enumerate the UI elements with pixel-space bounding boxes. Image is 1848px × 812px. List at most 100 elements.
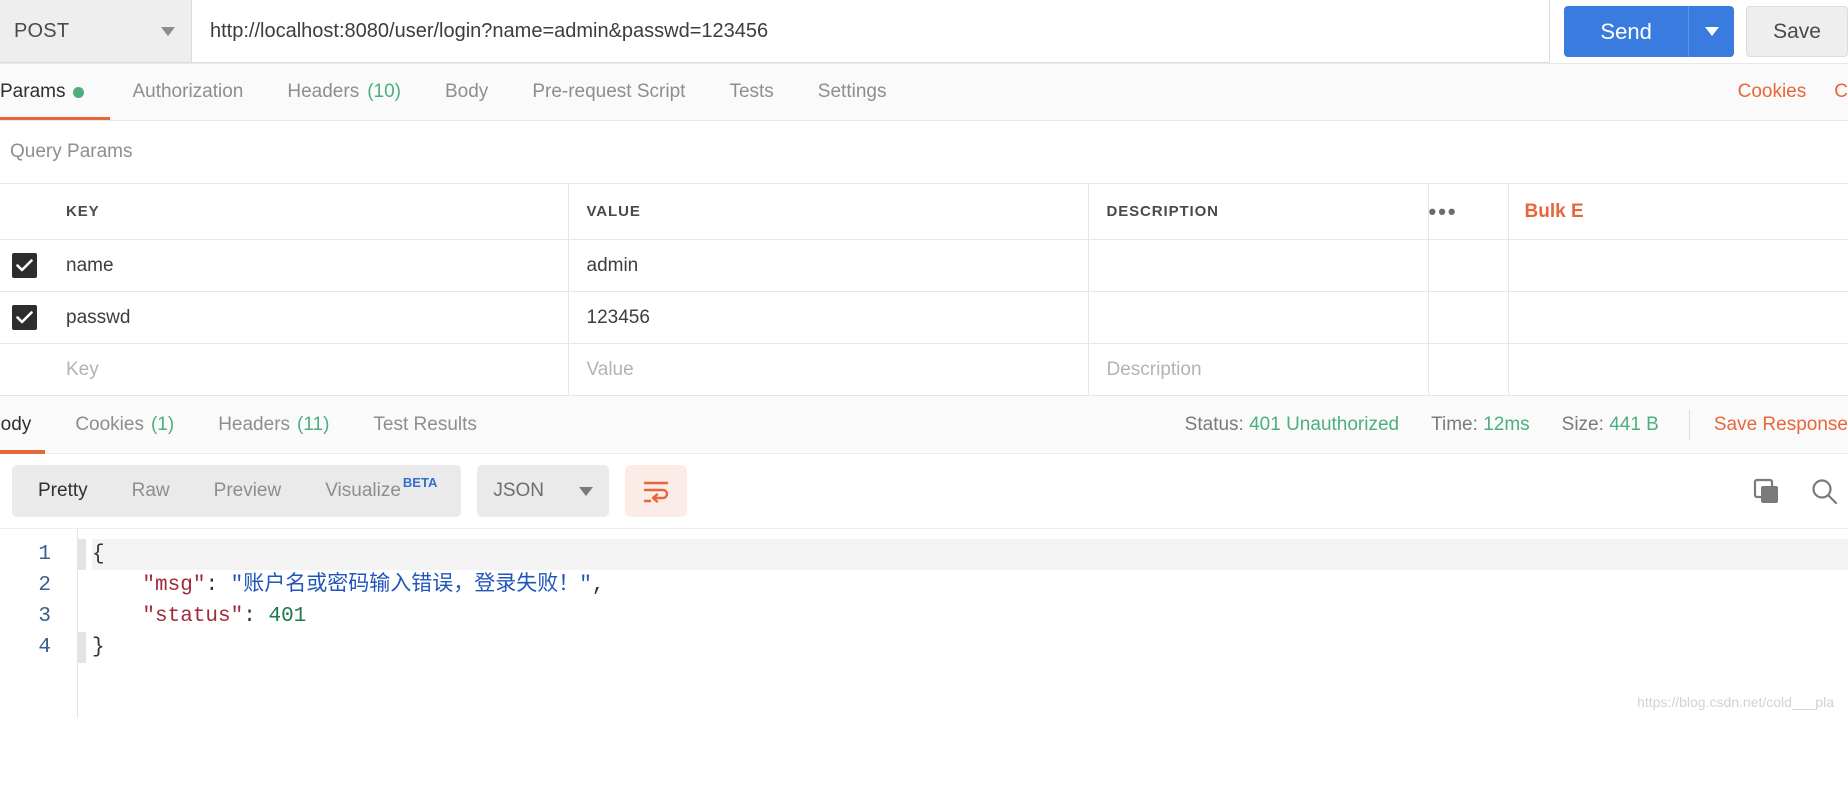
http-method-select[interactable]: POST <box>0 0 192 63</box>
size-value: 441 B <box>1609 413 1659 435</box>
tab-headers-count: (10) <box>367 81 401 102</box>
row-value[interactable]: admin <box>568 239 1089 292</box>
code-token-key: "msg" <box>142 574 206 597</box>
response-language-select[interactable]: JSON <box>477 465 610 517</box>
tab-authorization-label: Authorization <box>132 81 244 102</box>
tab-tests[interactable]: Tests <box>707 64 795 120</box>
tab-pre-request-script-label: Pre-request Script <box>532 81 686 102</box>
format-raw-button[interactable]: Raw <box>110 465 192 517</box>
code-token-punct: : <box>205 574 231 597</box>
response-language-label: JSON <box>493 480 545 501</box>
size-label-text: Size: <box>1561 413 1604 435</box>
response-tab-headers-count: (11) <box>297 413 330 435</box>
response-tabs: Body Cookies (1) Headers (11) Test Resul… <box>0 396 499 454</box>
row-spacer-a <box>1428 239 1509 292</box>
code-line: { <box>92 539 1848 570</box>
line-number: 2 <box>38 574 51 597</box>
response-meta-bar: Body Cookies (1) Headers (11) Test Resul… <box>0 396 1848 454</box>
tab-authorization[interactable]: Authorization <box>110 64 265 120</box>
tab-params-label: Params <box>0 81 66 102</box>
row-description[interactable] <box>1088 291 1429 344</box>
tab-body-label: Body <box>445 81 489 102</box>
chevron-down-icon <box>1704 27 1719 36</box>
response-tab-body-label: Body <box>0 413 32 435</box>
time-label-text: Time: <box>1431 413 1478 435</box>
tab-pre-request-script[interactable]: Pre-request Script <box>510 64 707 120</box>
code-token-punct: , <box>591 574 605 597</box>
code-token-brace: } <box>92 636 105 659</box>
code-token-punct: : <box>243 605 269 628</box>
row-description[interactable] <box>1088 239 1429 292</box>
wrap-lines-button[interactable] <box>625 465 688 517</box>
format-visualize-button[interactable]: Visualize BETA <box>303 465 457 517</box>
format-pretty-button[interactable]: Pretty <box>16 465 110 517</box>
new-key-input[interactable]: Key <box>48 343 569 396</box>
beta-badge: BETA <box>402 474 438 490</box>
tab-tests-label: Tests <box>729 81 774 102</box>
http-method-label: POST <box>14 19 70 42</box>
row-spacer-a <box>1428 343 1509 396</box>
code-gutter: 1 2 3 4 <box>0 529 78 718</box>
bulk-edit-button[interactable]: Bulk E <box>1508 183 1848 240</box>
send-button[interactable]: Send <box>1564 6 1689 57</box>
row-key[interactable]: passwd <box>48 291 569 344</box>
url-input[interactable]: http://localhost:8080/user/login?name=ad… <box>192 0 1551 63</box>
save-response-button[interactable]: Save Response <box>1714 414 1848 436</box>
row-checkbox-cell-empty <box>0 343 48 396</box>
row-value[interactable]: 123456 <box>568 291 1089 344</box>
tab-body[interactable]: Body <box>423 64 510 120</box>
checkbox-checked-icon[interactable] <box>12 253 37 278</box>
response-tab-headers-label: Headers <box>218 413 291 435</box>
response-body-code: 1 2 3 4 { "msg": "账户名或密码输入错误，登录失败！", "st… <box>0 528 1848 718</box>
response-tab-test-results[interactable]: Test Results <box>351 396 498 454</box>
save-button[interactable]: Save <box>1746 6 1848 57</box>
code-token-str: "账户名或密码输入错误，登录失败！" <box>230 574 592 597</box>
watermark-text: https://blog.csdn.net/cold___pla <box>1637 694 1834 710</box>
line-number: 4 <box>38 636 51 659</box>
code-token-key: "status" <box>142 605 244 628</box>
send-options-button[interactable] <box>1688 6 1735 57</box>
request-tabs-right-links: Cookies C <box>1738 81 1848 103</box>
code-token-brace: { <box>92 543 105 566</box>
row-key[interactable]: name <box>48 239 569 292</box>
request-url-bar: POST http://localhost:8080/user/login?na… <box>0 0 1848 64</box>
code-line: "status": 401 <box>92 601 1848 632</box>
time-value: 12ms <box>1483 413 1530 435</box>
response-tab-cookies[interactable]: Cookies (1) <box>53 396 196 454</box>
tab-headers[interactable]: Headers (10) <box>265 64 423 120</box>
table-row: passwd 123456 <box>0 291 1848 344</box>
checkbox-checked-icon[interactable] <box>12 305 37 330</box>
code-line: } <box>92 632 1848 663</box>
format-segmented-control: Pretty Raw Preview Visualize BETA <box>12 465 462 517</box>
table-more-options-button[interactable]: ••• <box>1428 183 1509 240</box>
response-tab-headers[interactable]: Headers (11) <box>196 396 351 454</box>
code-line: "msg": "账户名或密码输入错误，登录失败！", <box>92 570 1848 601</box>
new-value-input[interactable]: Value <box>568 343 1089 396</box>
row-spacer-b <box>1508 291 1848 344</box>
query-params-table: KEY VALUE DESCRIPTION ••• Bulk E name ad… <box>0 183 1848 396</box>
code-link[interactable]: C <box>1834 81 1848 103</box>
size-label: Size: 441 B <box>1562 414 1659 436</box>
header-key: KEY <box>48 183 569 240</box>
row-spacer-b <box>1508 239 1848 292</box>
cookies-link[interactable]: Cookies <box>1738 81 1807 103</box>
status-label-text: Status: <box>1184 413 1244 435</box>
wrap-text-icon <box>644 481 669 503</box>
response-tab-body[interactable]: Body <box>0 396 53 454</box>
tab-params[interactable]: Params <box>0 64 111 120</box>
copy-icon[interactable] <box>1752 477 1780 505</box>
tab-settings[interactable]: Settings <box>796 64 909 120</box>
url-input-value: http://localhost:8080/user/login?name=ad… <box>210 19 769 42</box>
tab-headers-label: Headers <box>287 81 360 102</box>
row-spacer-a <box>1428 291 1509 344</box>
code-token-num: 401 <box>268 605 307 628</box>
tab-settings-label: Settings <box>817 81 887 102</box>
code-lines[interactable]: { "msg": "账户名或密码输入错误，登录失败！", "status": 4… <box>78 529 1848 718</box>
table-row: name admin <box>0 239 1848 292</box>
status-divider <box>1688 409 1690 440</box>
search-icon[interactable] <box>1810 477 1838 505</box>
response-tab-test-results-label: Test Results <box>373 413 477 435</box>
format-preview-button[interactable]: Preview <box>192 465 304 517</box>
table-row-empty: Key Value Description <box>0 343 1848 396</box>
new-description-input[interactable]: Description <box>1088 343 1429 396</box>
